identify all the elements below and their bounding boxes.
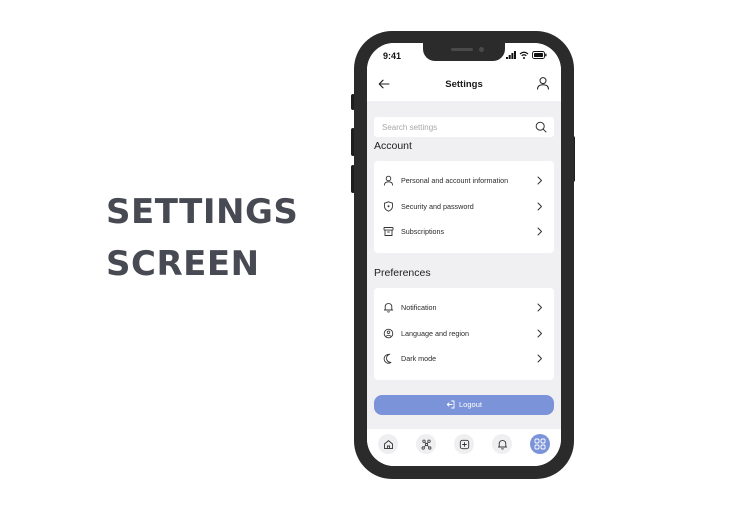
settings-item-label: Subscriptions bbox=[401, 227, 445, 236]
globe-icon bbox=[383, 328, 394, 339]
signal-icon bbox=[506, 51, 516, 59]
tab-menu[interactable] bbox=[530, 434, 550, 454]
bell-icon bbox=[497, 439, 507, 449]
chevron-right-icon bbox=[537, 354, 542, 363]
chevron-right-icon bbox=[537, 202, 542, 211]
settings-item-label: Dark mode bbox=[401, 354, 437, 363]
settings-item-language[interactable]: Language and region bbox=[374, 323, 554, 345]
page-title: Settings bbox=[445, 79, 483, 90]
home-icon bbox=[383, 439, 393, 449]
plus-square-icon bbox=[459, 439, 469, 449]
settings-item-label: Security and password bbox=[401, 202, 474, 211]
hero-title-line-1: SETTINGS bbox=[106, 192, 299, 232]
preferences-card: Notification Language and region Dark mo… bbox=[374, 288, 554, 380]
settings-item-subscriptions[interactable]: Subscriptions bbox=[374, 221, 554, 243]
battery-icon bbox=[532, 51, 547, 59]
profile-button[interactable] bbox=[536, 76, 550, 90]
hero-title-line-2: SCREEN bbox=[106, 244, 260, 284]
settings-item-security[interactable]: Security and password bbox=[374, 196, 554, 218]
phone-screen: 9:41 Settings Search settings Account Pe… bbox=[367, 43, 561, 466]
search-input[interactable]: Search settings bbox=[374, 117, 554, 137]
wifi-icon bbox=[519, 51, 529, 59]
shield-icon bbox=[384, 201, 393, 212]
settings-item-personal-info[interactable]: Personal and account information bbox=[374, 170, 554, 192]
search-icon[interactable] bbox=[535, 121, 547, 133]
settings-item-label: Language and region bbox=[401, 329, 469, 338]
chevron-right-icon bbox=[537, 176, 542, 185]
phone-camera bbox=[479, 47, 484, 52]
settings-item-notification[interactable]: Notification bbox=[374, 297, 554, 319]
tab-network[interactable] bbox=[416, 434, 436, 454]
logout-button[interactable]: Logout bbox=[374, 395, 554, 415]
logout-label: Logout bbox=[459, 400, 482, 409]
settings-item-dark-mode[interactable]: Dark mode bbox=[374, 348, 554, 370]
status-icons bbox=[506, 51, 547, 59]
settings-item-label: Notification bbox=[401, 303, 437, 312]
section-title-account: Account bbox=[374, 140, 412, 152]
phone-frame: 9:41 Settings Search settings Account Pe… bbox=[354, 31, 574, 479]
bottom-tab-bar bbox=[367, 429, 561, 466]
settings-item-label: Personal and account information bbox=[401, 176, 509, 185]
moon-icon bbox=[383, 353, 392, 364]
status-time: 9:41 bbox=[383, 51, 402, 61]
search-placeholder: Search settings bbox=[382, 123, 438, 132]
archive-icon bbox=[383, 227, 394, 236]
app-bar: Settings bbox=[367, 65, 561, 101]
phone-speaker bbox=[451, 48, 473, 51]
account-card: Personal and account information Securit… bbox=[374, 161, 554, 253]
tab-home[interactable] bbox=[378, 434, 398, 454]
chevron-right-icon bbox=[537, 303, 542, 312]
network-icon bbox=[421, 439, 431, 450]
user-icon bbox=[383, 175, 394, 186]
tab-create[interactable] bbox=[454, 434, 474, 454]
phone-notch bbox=[423, 43, 505, 61]
logout-icon bbox=[446, 400, 455, 409]
chevron-right-icon bbox=[537, 329, 542, 338]
user-icon bbox=[537, 77, 549, 90]
section-title-preferences: Preferences bbox=[374, 267, 431, 279]
grid-icon bbox=[534, 438, 546, 450]
hero-title: SETTINGS SCREEN bbox=[106, 186, 298, 290]
chevron-right-icon bbox=[537, 227, 542, 236]
bell-icon bbox=[383, 303, 394, 313]
tab-notifications[interactable] bbox=[492, 434, 512, 454]
